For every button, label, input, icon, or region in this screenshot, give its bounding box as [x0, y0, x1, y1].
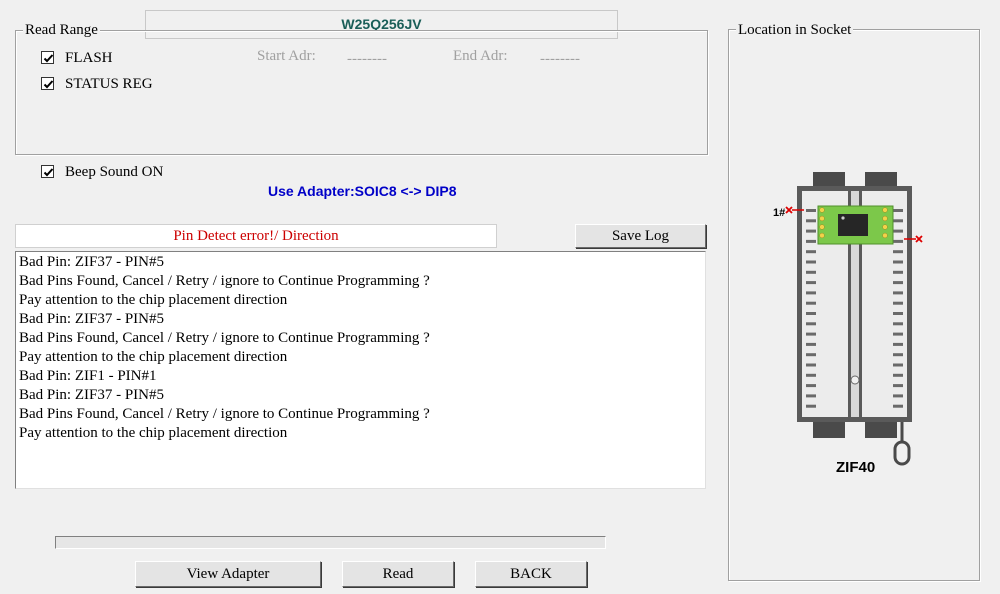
view-adapter-button[interactable]: View Adapter [135, 561, 321, 587]
log-line: Bad Pins Found, Cancel / Retry / ignore … [19, 273, 430, 289]
adapter-hint: Use Adapter:SOIC8 <-> DIP8 [268, 183, 457, 199]
checkmark-icon [43, 54, 54, 63]
read-button[interactable]: Read [342, 561, 454, 587]
checkmark-icon [43, 80, 54, 89]
beep-sound-checkbox[interactable] [41, 165, 54, 178]
log-line: Pay attention to the chip placement dire… [19, 292, 288, 308]
log-line: Bad Pin: ZIF1 - PIN#1 [19, 368, 157, 384]
log-line: Pay attention to the chip placement dire… [19, 349, 288, 365]
status-message: Pin Detect error!/ Direction [15, 224, 497, 248]
log-output[interactable]: Bad Pin: ZIF37 - PIN#5 Bad Pins Found, Ca… [15, 251, 706, 489]
socket-name: ZIF40 [836, 459, 876, 476]
status-reg-checkbox[interactable] [41, 77, 54, 90]
log-line: Bad Pins Found, Cancel / Retry / ignore … [19, 330, 430, 346]
save-log-button[interactable]: Save Log [575, 224, 706, 248]
pin1-label: 1# [773, 207, 785, 219]
checkmark-icon [43, 168, 54, 177]
beep-sound-label: Beep Sound ON [65, 164, 164, 180]
start-address-value: -------- [347, 51, 387, 67]
log-line: Pay attention to the chip placement dire… [19, 425, 288, 441]
error-x-icon [785, 206, 793, 214]
socket-legend: Location in Socket [736, 22, 854, 38]
zif-socket-diagram: 1# [773, 172, 923, 466]
flash-label: FLASH [65, 50, 113, 66]
back-button[interactable]: BACK [475, 561, 587, 587]
progress-bar [55, 536, 606, 549]
start-address-label: Start Adr: [257, 48, 316, 64]
flash-checkbox[interactable] [41, 51, 54, 64]
log-line: Bad Pins Found, Cancel / Retry / ignore … [19, 406, 430, 422]
error-x-icon [915, 235, 923, 243]
read-range-legend: Read Range [23, 22, 100, 38]
soic8-adapter [817, 205, 894, 245]
log-line: Bad Pin: ZIF37 - PIN#5 [19, 387, 165, 403]
read-range-group [15, 30, 708, 155]
end-address-label: End Adr: [453, 48, 508, 64]
status-reg-label: STATUS REG [65, 76, 153, 92]
end-address-value: -------- [540, 51, 580, 67]
log-line: Bad Pin: ZIF37 - PIN#5 [19, 311, 165, 327]
log-line: Bad Pin: ZIF37 - PIN#5 [19, 254, 165, 270]
